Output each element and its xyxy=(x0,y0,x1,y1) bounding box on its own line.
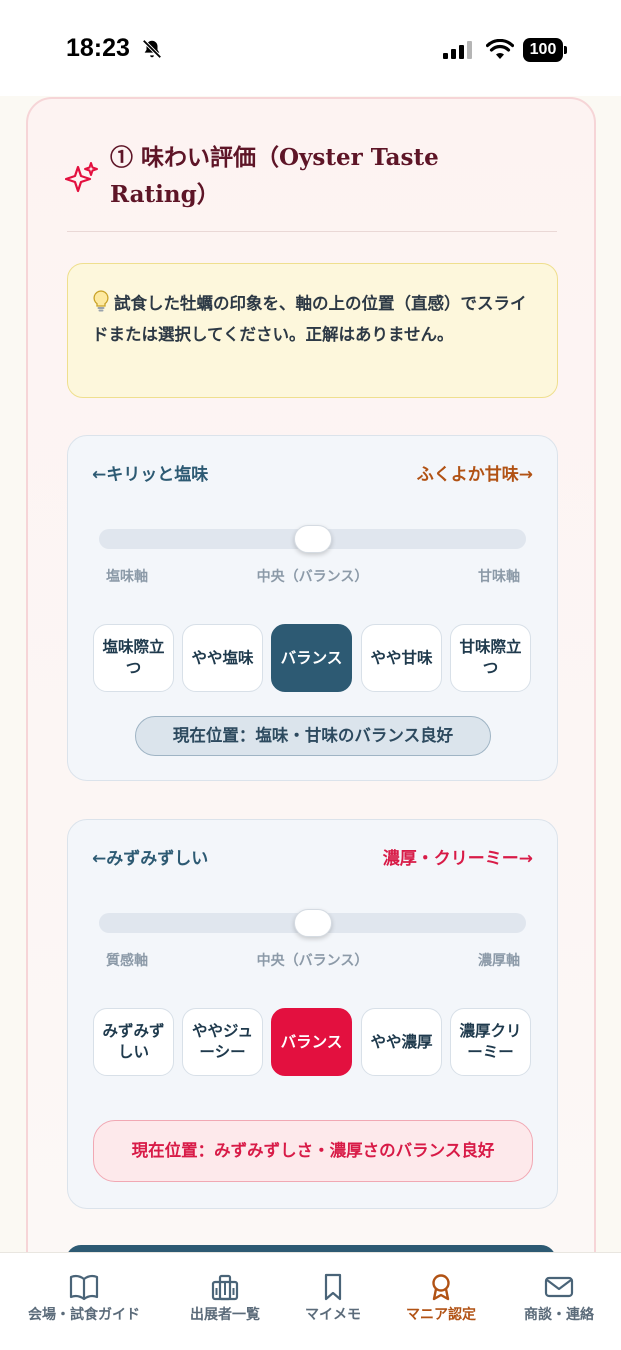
axis-left-label: ←みずみずしい xyxy=(92,849,209,869)
option-strong-sweet[interactable]: 甘味際立つ xyxy=(450,624,531,692)
option-rich-creamy[interactable]: 濃厚クリーミー xyxy=(450,1008,531,1076)
status-bar: 18:23 100 xyxy=(0,0,621,96)
tab-business-contact[interactable]: 商談・連絡 xyxy=(509,1273,609,1333)
award-icon xyxy=(432,1274,450,1301)
option-balance[interactable]: バランス xyxy=(271,1008,352,1076)
tab-label: マニア認定 xyxy=(406,1307,476,1323)
battery-icon: 100 xyxy=(523,38,567,62)
option-balance[interactable]: バランス xyxy=(271,624,352,692)
option-slightly-sweet[interactable]: やや甘味 xyxy=(361,624,442,692)
tab-my-memo[interactable]: マイメモ xyxy=(293,1273,373,1333)
hint-text: 試食した牡蠣の印象を、軸の上の位置（直感）でスライドまたは選択してください。正解… xyxy=(92,294,527,344)
bottom-tab-bar: 会場・試食ガイド 出展者一覧 マイメモ マニア認定 商談・連絡 xyxy=(0,1252,621,1350)
juicy-rich-axis-panel: ←みずみずしい 濃厚・クリーミー→ 質感軸 中央（バランス） 濃厚軸 みずみずし… xyxy=(67,819,558,1209)
tab-label: 出展者一覧 xyxy=(190,1307,260,1323)
battery-level: 100 xyxy=(523,38,563,62)
bookmark-icon xyxy=(324,1273,342,1301)
lightbulb-icon xyxy=(93,290,109,312)
salty-sweet-options: 塩味際立つ やや塩味 バランス やや甘味 甘味際立つ xyxy=(93,624,533,694)
book-icon xyxy=(69,1274,99,1301)
tab-label: 商談・連絡 xyxy=(524,1307,594,1323)
tick-right: 濃厚軸 xyxy=(478,953,520,969)
signal-icon xyxy=(443,41,472,59)
option-slightly-salty[interactable]: やや塩味 xyxy=(182,624,263,692)
axis-right-label: 濃厚・クリーミー→ xyxy=(382,849,533,869)
salty-sweet-slider[interactable] xyxy=(99,525,526,553)
option-juicy[interactable]: みずみずしい xyxy=(93,1008,174,1076)
option-slightly-juicy[interactable]: ややジューシー xyxy=(182,1008,263,1076)
status-badge: 現在位置：塩味・甘味のバランス良好 xyxy=(135,716,491,756)
status-time: 18:23 xyxy=(66,34,130,62)
tab-mania-certification[interactable]: マニア認定 xyxy=(393,1273,489,1333)
juicy-rich-slider[interactable] xyxy=(99,909,526,937)
slider-thumb[interactable] xyxy=(293,909,332,937)
tick-right: 甘味軸 xyxy=(478,569,520,585)
wifi-icon xyxy=(486,39,514,59)
bell-slash-icon xyxy=(142,39,162,59)
salty-sweet-axis-panel: ←キリッと塩味 ふくよか甘味→ 塩味軸 中央（バランス） 甘味軸 塩味際立つ や… xyxy=(67,435,558,781)
mail-icon xyxy=(544,1276,574,1298)
axis-left-label: ←キリッと塩味 xyxy=(92,465,209,485)
tab-venue-guide[interactable]: 会場・試食ガイド xyxy=(14,1273,154,1333)
option-strong-salty[interactable]: 塩味際立つ xyxy=(93,624,174,692)
taste-rating-card: ① 味わい評価（Oyster Taste Rating） 試食した牡蠣の印象を、… xyxy=(26,97,596,1297)
section-title: ① 味わい評価（Oyster Taste Rating） xyxy=(110,144,439,208)
slider-thumb[interactable] xyxy=(293,525,332,553)
divider xyxy=(67,231,557,232)
tab-exhibitors[interactable]: 出展者一覧 xyxy=(170,1273,280,1333)
axis-right-label: ふくよか甘味→ xyxy=(416,465,533,485)
juicy-rich-options: みずみずしい ややジューシー バランス やや濃厚 濃厚クリーミー xyxy=(93,1008,533,1078)
tab-label: マイメモ xyxy=(305,1307,361,1323)
sparkle-icon xyxy=(65,162,98,193)
hint-box: 試食した牡蠣の印象を、軸の上の位置（直感）でスライドまたは選択してください。正解… xyxy=(67,263,558,398)
option-slightly-rich[interactable]: やや濃厚 xyxy=(361,1008,442,1076)
building-icon xyxy=(211,1274,239,1301)
status-badge: 現在位置：みずみずしさ・濃厚さのバランス良好 xyxy=(93,1120,533,1182)
tab-label: 会場・試食ガイド xyxy=(28,1307,140,1323)
